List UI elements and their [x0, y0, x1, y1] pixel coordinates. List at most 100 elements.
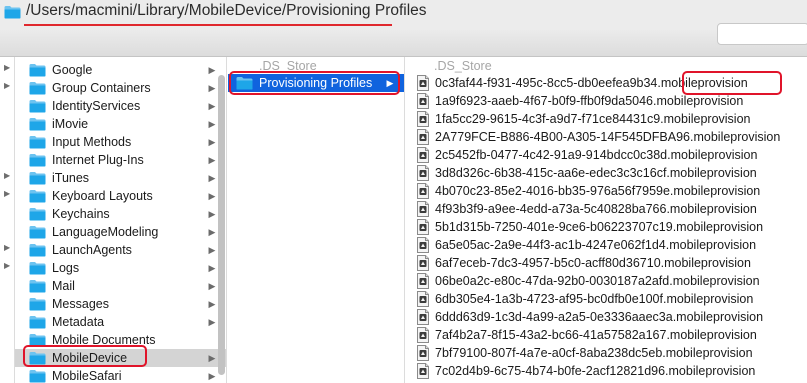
- folder-name: Keychains: [52, 207, 110, 221]
- file-name: 4f93b3f9-a9ee-4edd-a73a-5c40828ba766.mob…: [435, 202, 757, 216]
- chevron-right-icon[interactable]: ▶: [4, 172, 12, 180]
- provisioning-profile-icon: [417, 363, 429, 379]
- chevron-right-icon: ▶: [208, 208, 216, 219]
- file-item[interactable]: 5b1d315b-7250-401e-9ce6-b06223707c19.mob…: [406, 218, 807, 236]
- folder-item-provisioning-profiles[interactable]: Provisioning Profiles ▶: [228, 74, 404, 92]
- column-provisioning-profiles[interactable]: .DS_Store 0c3faf44-f931-495c-8cc5-db0eef…: [406, 57, 807, 383]
- file-item[interactable]: 7bf79100-807f-4a7e-a0cf-8aba238dc5eb.mob…: [406, 344, 807, 362]
- folder-name: Google: [52, 63, 93, 77]
- file-name: 6a5e05ac-2a9e-44f3-ac1b-4247e062f1d4.mob…: [435, 238, 757, 252]
- folder-name: MobileDevice: [52, 351, 128, 365]
- chevron-right-icon: ▶: [208, 118, 216, 129]
- chevron-right-icon[interactable]: ▶: [4, 64, 12, 72]
- chevron-right-icon[interactable]: ▶: [4, 262, 12, 270]
- file-name: 6af7eceb-7dc3-4957-b5c0-acff80d36710.mob…: [435, 256, 751, 270]
- file-item[interactable]: 3d8d326c-6b38-415c-aa6e-edec3c3c16cf.mob…: [406, 164, 807, 182]
- folder-item[interactable]: MobileDevice ▶: [15, 349, 226, 367]
- folder-item[interactable]: Metadata ▶: [15, 313, 226, 331]
- folder-item[interactable]: LaunchAgents ▶: [15, 241, 226, 259]
- file-name: 3d8d326c-6b38-415c-aa6e-edec3c3c16cf.mob…: [435, 166, 757, 180]
- folder-icon: [29, 298, 46, 311]
- file-name: 0c3faf44-f931-495c-8cc5-db0eefea9b34.mob…: [435, 76, 748, 90]
- file-item[interactable]: 7af4b2a7-8f15-43a2-bc66-41a57582a167.mob…: [406, 326, 807, 344]
- window-path-title: /Users/macmini/Library/MobileDevice/Prov…: [26, 2, 427, 19]
- file-name: 7bf79100-807f-4a7e-a0cf-8aba238dc5eb.mob…: [435, 346, 753, 360]
- folder-item[interactable]: Keychains ▶: [15, 205, 226, 223]
- file-item[interactable]: 0c3faf44-f931-495c-8cc5-db0eefea9b34.mob…: [406, 74, 807, 92]
- file-name: 7af4b2a7-8f15-43a2-bc66-41a57582a167.mob…: [435, 328, 757, 342]
- folder-name: Group Containers: [52, 81, 151, 95]
- folder-name: MobileSafari: [52, 369, 122, 383]
- column-parent-partial[interactable]: ▶ ▶ ▶ ▶ ▶ ▶: [0, 57, 15, 383]
- folder-item[interactable]: IdentityServices ▶: [15, 97, 226, 115]
- file-name: 2A779FCE-B886-4B00-A305-14F545DFBA96.mob…: [435, 130, 781, 144]
- file-name: 1fa5cc29-9615-4c3f-a9d7-f71ce84431c9.mob…: [435, 112, 751, 126]
- chevron-right-icon: ▶: [208, 82, 216, 93]
- column-library[interactable]: Google ▶ Group Containers ▶ IdentityServices…: [15, 57, 227, 383]
- chevron-right-icon: ▶: [208, 64, 216, 75]
- file-item[interactable]: 2A779FCE-B886-4B00-A305-14F545DFBA96.mob…: [406, 128, 807, 146]
- folder-item[interactable]: Input Methods ▶: [15, 133, 226, 151]
- folder-item[interactable]: Keyboard Layouts ▶: [15, 187, 226, 205]
- folder-item[interactable]: Mobile Documents: [15, 331, 226, 349]
- folder-item[interactable]: LanguageModeling ▶: [15, 223, 226, 241]
- chevron-right-icon[interactable]: ▶: [4, 244, 12, 252]
- folder-icon: [29, 190, 46, 203]
- file-name: 4b070c23-85e2-4016-bb35-976a56f7959e.mob…: [435, 184, 761, 198]
- folder-item[interactable]: Mail ▶: [15, 277, 226, 295]
- folder-item[interactable]: Messages ▶: [15, 295, 226, 313]
- folder-item[interactable]: MobileSafari ▶: [15, 367, 226, 383]
- chevron-right-icon: ▶: [208, 280, 216, 291]
- file-item[interactable]: 4f93b3f9-a9ee-4edd-a73a-5c40828ba766.mob…: [406, 200, 807, 218]
- folder-name: Messages: [52, 297, 109, 311]
- folder-icon: [29, 64, 46, 77]
- file-item[interactable]: 4b070c23-85e2-4016-bb35-976a56f7959e.mob…: [406, 182, 807, 200]
- toolbar: [0, 30, 807, 57]
- chevron-right-icon: ▶: [208, 172, 216, 183]
- file-item[interactable]: 6db305e4-1a3b-4723-af95-bc0dfb0e100f.mob…: [406, 290, 807, 308]
- chevron-right-icon[interactable]: ▶: [4, 190, 12, 198]
- file-name: 1a9f6923-aaeb-4f67-b0f9-ffb0f9da5046.mob…: [435, 94, 744, 108]
- folder-name: iMovie: [52, 117, 89, 131]
- file-item[interactable]: 6af7eceb-7dc3-4957-b5c0-acff80d36710.mob…: [406, 254, 807, 272]
- folder-item[interactable]: Group Containers ▶: [15, 79, 226, 97]
- folder-item[interactable]: iMovie ▶: [15, 115, 226, 133]
- file-item[interactable]: 2c5452fb-0477-4c42-91a9-914bdcc0c38d.mob…: [406, 146, 807, 164]
- file-name: 2c5452fb-0477-4c42-91a9-914bdcc0c38d.mob…: [435, 148, 758, 162]
- provisioning-profile-icon: [417, 201, 429, 217]
- provisioning-profile-icon: [417, 345, 429, 361]
- file-item[interactable]: 7c02d4b9-6c75-4b74-b0fe-2acf12821d96.mob…: [406, 362, 807, 380]
- file-name: 6ddd63d9-1c3d-4a99-a2a5-0e3336aaec3a.mob…: [435, 310, 764, 324]
- column-mobiledevice[interactable]: .DS_Store Provisioning Profiles ▶: [228, 57, 405, 383]
- path-title-annotation-underline: [24, 24, 392, 26]
- chevron-right-icon: ▶: [208, 190, 216, 201]
- chevron-right-icon[interactable]: ▶: [4, 82, 12, 90]
- folder-name: Mobile Documents: [52, 333, 156, 347]
- folder-item[interactable]: Logs ▶: [15, 259, 226, 277]
- folder-item[interactable]: Google ▶: [15, 61, 226, 79]
- folder-icon: [29, 100, 46, 113]
- chevron-right-icon: ▶: [208, 298, 216, 309]
- file-name: .DS_Store: [434, 59, 492, 73]
- folder-item[interactable]: Internet Plug-Ins ▶: [15, 151, 226, 169]
- file-item[interactable]: 1a9f6923-aaeb-4f67-b0f9-ffb0f9da5046.mob…: [406, 92, 807, 110]
- folder-icon: [29, 316, 46, 329]
- provisioning-profile-icon: [417, 183, 429, 199]
- file-item[interactable]: 1fa5cc29-9615-4c3f-a9d7-f71ce84431c9.mob…: [406, 110, 807, 128]
- provisioning-profile-icon: [417, 219, 429, 235]
- file-item[interactable]: 6a5e05ac-2a9e-44f3-ac1b-4247e062f1d4.mob…: [406, 236, 807, 254]
- chevron-right-icon: ▶: [208, 262, 216, 273]
- folder-name: Mail: [52, 279, 75, 293]
- file-item[interactable]: 06be0a2c-e80c-47da-92b0-0030187a2afd.mob…: [406, 272, 807, 290]
- search-input[interactable]: [717, 23, 807, 45]
- provisioning-profile-icon: [417, 111, 429, 127]
- folder-name: Logs: [52, 261, 80, 275]
- chevron-right-icon: ▶: [208, 226, 216, 237]
- provisioning-profile-icon: [417, 255, 429, 271]
- file-item[interactable]: 6ddd63d9-1c3d-4a99-a2a5-0e3336aaec3a.mob…: [406, 308, 807, 326]
- list-item-ds-store[interactable]: .DS_Store: [228, 57, 404, 75]
- folder-name: Internet Plug-Ins: [52, 153, 144, 167]
- folder-item[interactable]: iTunes ▶: [15, 169, 226, 187]
- library-scrollbar[interactable]: [218, 75, 225, 375]
- list-item-ds-store[interactable]: .DS_Store: [406, 57, 807, 75]
